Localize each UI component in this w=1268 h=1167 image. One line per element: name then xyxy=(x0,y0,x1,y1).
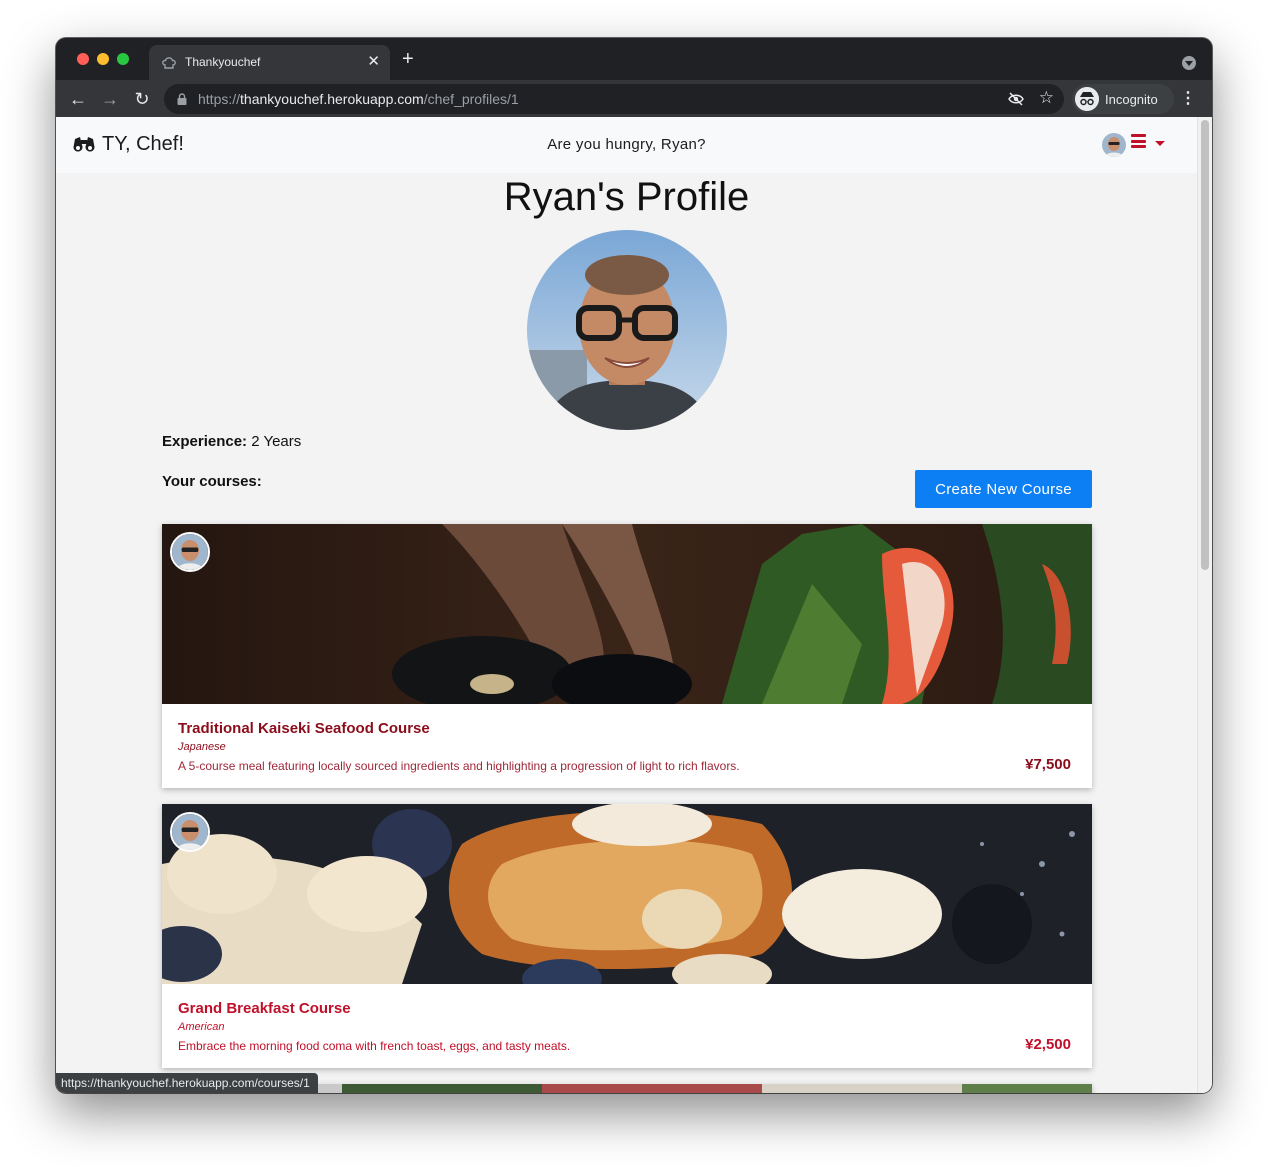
link-status-bar: https://thankyouchef.herokuapp.com/cours… xyxy=(56,1073,318,1093)
profile-portrait xyxy=(527,230,727,430)
chef-avatar-photo xyxy=(172,534,208,570)
address-bar[interactable]: https://thankyouchef.herokuapp.com/chef_… xyxy=(164,84,1064,114)
browser-window: Thankyouchef ✕ + ← → ↻ https://thankyouc… xyxy=(56,38,1212,1093)
site-navbar: TY, Chef! Are you hungry, Ryan? xyxy=(56,117,1197,173)
browser-toolbar: ← → ↻ https://thankyouchef.herokuapp.com… xyxy=(56,80,1212,117)
url-scheme: https:// xyxy=(198,91,241,107)
dropdown-caret-icon[interactable] xyxy=(1155,141,1165,146)
new-tab-button[interactable]: + xyxy=(402,49,414,69)
course-price: ¥2,500 xyxy=(1025,1036,1071,1053)
incognito-badge[interactable]: Incognito xyxy=(1072,84,1174,114)
scrollbar-thumb[interactable] xyxy=(1201,120,1209,570)
chef-avatar xyxy=(170,812,210,852)
reload-icon[interactable]: ↻ xyxy=(132,89,152,109)
course-title[interactable]: Traditional Kaiseki Seafood Course xyxy=(178,720,430,737)
url-host: thankyouchef.herokuapp.com xyxy=(240,91,424,107)
forward-arrow-icon[interactable]: → xyxy=(100,89,120,109)
menu-hamburger-icon[interactable] xyxy=(1131,134,1146,148)
greeting-text: Are you hungry, Ryan? xyxy=(547,136,706,153)
courses-heading: Your courses: xyxy=(162,473,262,490)
create-new-course-button[interactable]: Create New Course xyxy=(915,470,1092,508)
url-text: https://thankyouchef.herokuapp.com/chef_… xyxy=(198,91,519,107)
avatar-photo xyxy=(1102,133,1126,157)
browser-menu-icon[interactable]: ⋮ xyxy=(1180,89,1196,109)
lock-icon xyxy=(177,93,187,105)
user-avatar[interactable] xyxy=(1102,133,1126,157)
incognito-label: Incognito xyxy=(1105,92,1158,107)
tab-strip: Thankyouchef ✕ + xyxy=(56,38,1212,80)
course-description: Embrace the morning food coma with frenc… xyxy=(178,1039,571,1053)
experience-label: Experience: xyxy=(162,433,248,450)
chef-hat-icon xyxy=(162,57,176,69)
course-card[interactable]: Grand Breakfast Course American Embrace … xyxy=(162,804,1092,1068)
browser-tab[interactable]: Thankyouchef ✕ xyxy=(149,45,390,80)
tab-title: Thankyouchef xyxy=(185,55,261,69)
chef-avatar xyxy=(170,532,210,572)
course-cuisine: Japanese xyxy=(178,741,226,753)
page-scrollbar[interactable] xyxy=(1197,117,1212,1093)
profile-photo xyxy=(527,230,727,430)
back-arrow-icon[interactable]: ← xyxy=(68,89,88,109)
course-card[interactable]: Traditional Kaiseki Seafood Course Japan… xyxy=(162,524,1092,788)
course-photo-seafood xyxy=(162,524,1092,704)
course-title[interactable]: Grand Breakfast Course xyxy=(178,1000,351,1017)
course-photo-breakfast xyxy=(162,804,1092,984)
incognito-icon xyxy=(1075,87,1099,111)
course-price: ¥7,500 xyxy=(1025,756,1071,773)
chef-avatar-photo xyxy=(172,814,208,850)
bookmark-star-icon[interactable]: ☆ xyxy=(1039,88,1054,108)
experience-value: 2 Years xyxy=(251,433,302,450)
course-image xyxy=(162,524,1092,704)
experience-info: Experience: 2 Years xyxy=(162,433,301,450)
page-title: Ryan's Profile xyxy=(503,175,750,219)
page-viewport: TY, Chef! Are you hungry, Ryan? Ryan's P… xyxy=(56,117,1212,1093)
course-description: A 5-course meal featuring locally source… xyxy=(178,759,740,773)
eye-off-icon[interactable] xyxy=(1008,91,1024,107)
close-window-button[interactable] xyxy=(77,53,89,65)
course-image xyxy=(162,804,1092,984)
url-path: /chef_profiles/1 xyxy=(423,91,519,107)
minimize-window-button[interactable] xyxy=(97,53,109,65)
maximize-window-button[interactable] xyxy=(117,53,129,65)
course-cuisine: American xyxy=(178,1021,225,1033)
tab-search-icon[interactable] xyxy=(1182,56,1196,70)
tab-close-icon[interactable]: ✕ xyxy=(367,53,380,71)
